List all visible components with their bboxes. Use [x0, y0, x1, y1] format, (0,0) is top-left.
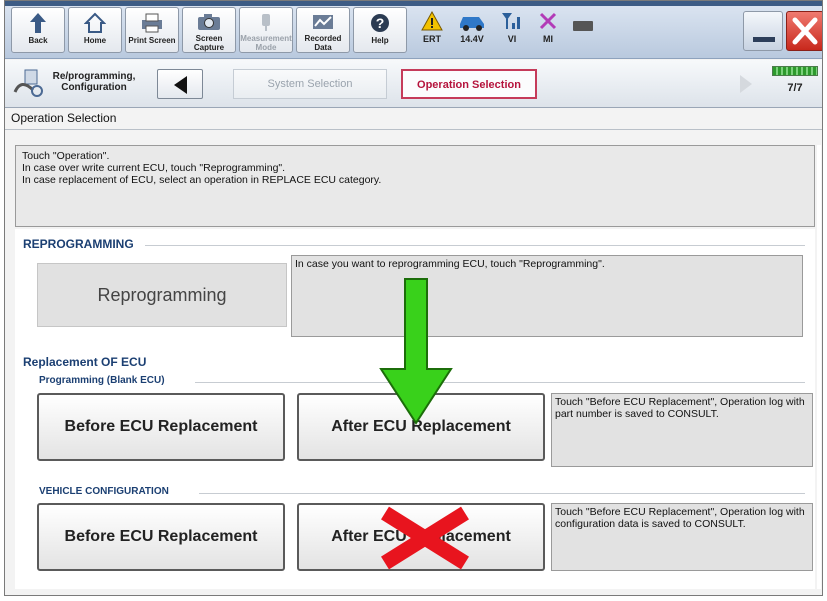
- recorded-data-button[interactable]: Recorded Data: [296, 7, 350, 53]
- screen-capture-button[interactable]: Screen Capture: [182, 7, 236, 53]
- red-cross-icon: [381, 506, 469, 570]
- programming-description: Touch "Before ECU Replacement", Operatio…: [551, 393, 813, 467]
- navigation-bar: Re/programming, Configuration System Sel…: [5, 60, 822, 108]
- page-counter: 7/7: [770, 64, 820, 102]
- battery-indicator: [573, 21, 593, 31]
- instruction-line: In case replacement of ECU, select an op…: [22, 174, 382, 186]
- recorded-data-icon: [313, 15, 333, 29]
- right-triangle-icon: [740, 75, 752, 93]
- vehicle-configuration-description: Touch "Before ECU Replacement", Operatio…: [551, 503, 813, 571]
- reprogramming-description: In case you want to reprogramming ECU, t…: [291, 255, 803, 337]
- close-icon: [792, 17, 818, 45]
- before-ecu-replacement-button[interactable]: Before ECU Replacement: [37, 393, 285, 461]
- probe-icon: [262, 14, 270, 31]
- close-button[interactable]: [786, 11, 822, 51]
- scroll-area: [817, 145, 821, 589]
- battery-voltage-status: 14.4V: [453, 9, 491, 53]
- ert-status[interactable]: ERT: [413, 9, 451, 53]
- svg-text:?: ?: [376, 15, 385, 31]
- warning-icon: [421, 11, 443, 31]
- minimize-icon: [753, 37, 775, 42]
- operation-panel: REPROGRAMMING Reprogramming In case you …: [15, 229, 815, 589]
- minimize-button[interactable]: [743, 11, 783, 51]
- x-mark-icon: [539, 12, 557, 30]
- crumb-operation-selection: Operation Selection: [401, 69, 537, 99]
- printer-icon: [142, 13, 162, 33]
- home-button[interactable]: Home: [68, 7, 122, 53]
- print-screen-button[interactable]: Print Screen: [125, 7, 179, 53]
- measurement-mode-button[interactable]: Measurement Mode: [239, 7, 293, 53]
- before-ecu-replacement-config-button[interactable]: Before ECU Replacement: [37, 503, 285, 571]
- screen-title: Operation Selection: [11, 111, 117, 125]
- programming-blank-ecu-title: Programming (Blank ECU): [39, 375, 165, 386]
- car-icon: [460, 17, 484, 31]
- toolbar: Back Home Print Screen Screen Capture Me…: [5, 1, 822, 59]
- instruction-line: Touch "Operation".: [22, 150, 110, 162]
- vi-status: VI: [493, 9, 531, 53]
- title-strip: [5, 1, 822, 6]
- back-arrow-icon: [30, 13, 46, 33]
- signal-icon: [502, 13, 520, 29]
- camera-icon: [198, 14, 220, 30]
- reprogramming-button[interactable]: Reprogramming: [37, 263, 287, 327]
- nav-forward-button[interactable]: [723, 69, 769, 99]
- section-divider: [145, 245, 805, 246]
- green-down-arrow-icon: [379, 278, 453, 425]
- section-divider: [199, 493, 805, 494]
- nav-back-button[interactable]: [157, 69, 203, 99]
- section-divider: [195, 382, 805, 383]
- reprogramming-section-title: REPROGRAMMING: [23, 237, 134, 251]
- back-button[interactable]: Back: [11, 7, 65, 53]
- instruction-line: In case over write current ECU, touch "R…: [22, 162, 286, 174]
- crumb-system-selection[interactable]: System Selection: [233, 69, 387, 99]
- app-window: Back Home Print Screen Screen Capture Me…: [4, 0, 823, 596]
- title-divider: [5, 129, 822, 130]
- page-progress-bar: [772, 66, 818, 76]
- vehicle-configuration-title: VEHICLE CONFIGURATION: [39, 486, 169, 497]
- instruction-box: Touch "Operation". In case over write cu…: [15, 145, 815, 227]
- home-icon: [84, 12, 106, 33]
- reprogramming-icon: [13, 69, 43, 97]
- reprogramming-configuration-label: Re/programming, Configuration: [52, 71, 136, 93]
- mi-status: MI: [529, 9, 567, 53]
- help-button[interactable]: ? Help: [353, 7, 407, 53]
- replacement-section-title: Replacement OF ECU: [23, 355, 147, 369]
- left-triangle-icon: [174, 76, 187, 94]
- help-icon: ?: [371, 14, 389, 32]
- page-number: 7/7: [787, 82, 803, 94]
